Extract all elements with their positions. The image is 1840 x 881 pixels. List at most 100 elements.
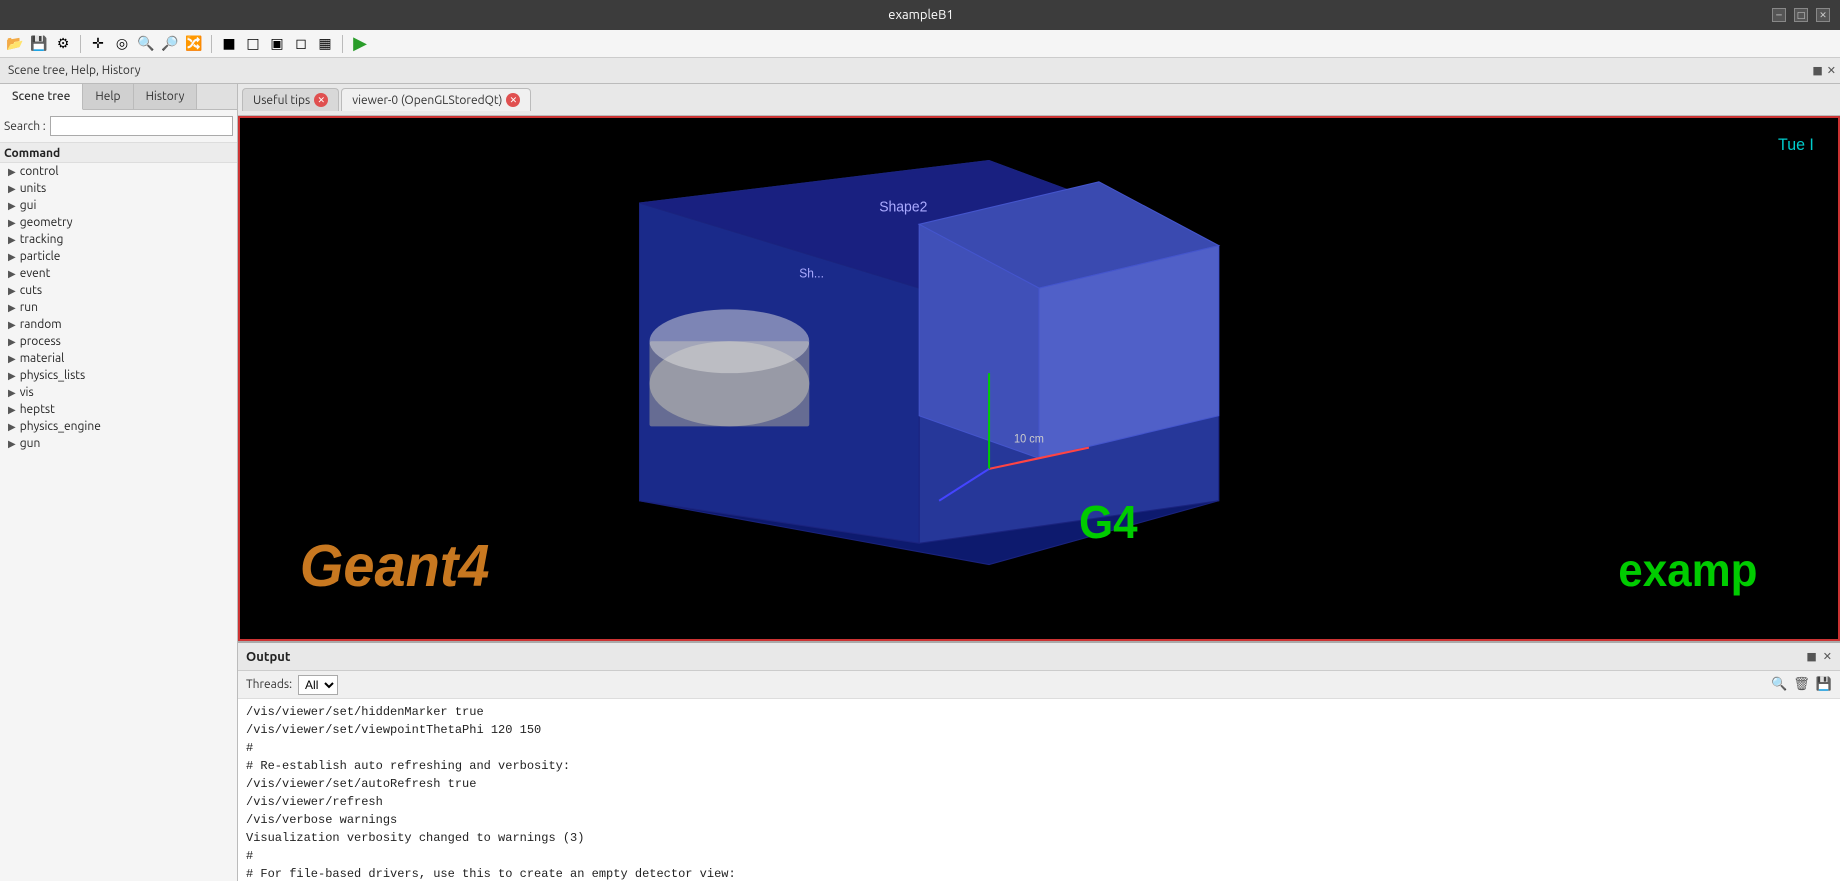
viewer-tab-useful-tips-close[interactable]: ✕ (314, 93, 328, 107)
wire-view-icon[interactable]: □ (242, 33, 264, 55)
window-title: exampleB1 (70, 8, 1772, 22)
tree-item-gun[interactable]: ▶gun (0, 435, 237, 452)
svg-text:G4: G4 (1079, 496, 1138, 549)
tree-arrow-geometry: ▶ (8, 217, 16, 229)
tree-arrow-material: ▶ (8, 353, 16, 365)
output-panel: Output ■ ✕ Threads: All 0 1 2 🔍 🗑 💾 (238, 641, 1840, 881)
tree-label-vis: vis (20, 386, 34, 399)
tree-item-material[interactable]: ▶ material (0, 350, 237, 367)
panel-close-icon[interactable]: ✕ (1827, 64, 1836, 77)
search-row: Search : (0, 110, 237, 143)
tree-item-physics_engine[interactable]: ▶ physics_engine (0, 418, 237, 435)
output-header-icon-1: ■ (1806, 650, 1816, 663)
solid-view-icon[interactable]: ■ (218, 33, 240, 55)
zoom-in-icon[interactable]: 🔍 (135, 33, 157, 55)
tree-label-particle: particle (20, 250, 61, 263)
window-controls: ─ □ ✕ (1772, 8, 1830, 22)
output-line: # (246, 847, 1832, 865)
minimize-button[interactable]: ─ (1772, 8, 1786, 22)
tree-item-particle[interactable]: ▶ particle (0, 248, 237, 265)
crosshair-icon[interactable]: ✛ (87, 33, 109, 55)
open-icon[interactable]: 📂 (4, 33, 26, 55)
tree-label-physics_engine: physics_engine (20, 420, 101, 433)
tree-item-gui[interactable]: ▶gui (0, 197, 237, 214)
output-line: # For file-based drivers, use this to cr… (246, 865, 1832, 881)
tree-arrow-event: ▶ (8, 268, 16, 280)
outline-view-icon[interactable]: ◻ (290, 33, 312, 55)
tree-label-heptst: heptst (20, 403, 55, 416)
zoom-out-icon[interactable]: 🔍 (159, 33, 181, 55)
threads-select[interactable]: All 0 1 2 (298, 675, 338, 695)
output-header-icons: ■ ✕ (1806, 650, 1832, 663)
viewport[interactable]: Shape2 Sh... 10 cm G4 Geant4 examp Tue I (238, 116, 1840, 641)
left-tabs: Scene tree Help History (0, 84, 237, 110)
tree-arrow-units: ▶ (8, 183, 16, 195)
tree-arrow-tracking: ▶ (8, 234, 16, 246)
tree-item-random[interactable]: ▶ random (0, 316, 237, 333)
tab-help[interactable]: Help (83, 84, 133, 109)
viewer-tab-viewer0-close[interactable]: ✕ (506, 93, 520, 107)
output-search-icon[interactable]: 🔍 (1771, 677, 1787, 692)
toolbar-separator-3 (342, 35, 343, 53)
tree-arrow-gun: ▶ (8, 438, 16, 450)
output-clear-icon[interactable]: 🗑 (1793, 677, 1810, 692)
maximize-button[interactable]: □ (1794, 8, 1808, 22)
tree-label-run: run (20, 301, 38, 314)
tree-label-material: material (20, 352, 65, 365)
tree-item-vis[interactable]: ▶ vis (0, 384, 237, 401)
tree-label-units: units (20, 182, 47, 195)
output-toolbar: Threads: All 0 1 2 🔍 🗑 💾 (238, 671, 1840, 699)
output-line: /vis/viewer/set/hiddenMarker true (246, 703, 1832, 721)
viewer-tab-useful-tips[interactable]: Useful tips ✕ (242, 88, 339, 111)
tree-item-heptst[interactable]: ▶heptst (0, 401, 237, 418)
tree-arrow-particle: ▶ (8, 251, 16, 263)
tree-item-physics_lists[interactable]: ▶physics_lists (0, 367, 237, 384)
output-header: Output ■ ✕ (238, 643, 1840, 671)
mixed-view-icon[interactable]: ▣ (266, 33, 288, 55)
target-icon[interactable]: ◎ (111, 33, 133, 55)
tree-label-physics_lists: physics_lists (20, 369, 86, 382)
tree-item-geometry[interactable]: ▶geometry (0, 214, 237, 231)
svg-text:Geant4: Geant4 (300, 533, 490, 599)
toolbar-separator-1 (80, 35, 81, 53)
title-bar: exampleB1 ─ □ ✕ (0, 0, 1840, 30)
tree-item-control[interactable]: ▶control (0, 163, 237, 180)
tree-arrow-physics_engine: ▶ (8, 421, 16, 433)
scene-svg: Shape2 Sh... 10 cm G4 Geant4 examp Tue I (240, 118, 1838, 639)
output-title: Output (246, 650, 290, 664)
output-line: Visualization verbosity changed to warni… (246, 829, 1832, 847)
search-input[interactable] (50, 116, 233, 136)
output-text-content[interactable]: /vis/viewer/set/hiddenMarker true/vis/vi… (238, 699, 1840, 881)
svg-text:examp: examp (1618, 544, 1757, 597)
tab-history[interactable]: History (134, 84, 198, 109)
svg-text:10 cm: 10 cm (1014, 433, 1044, 445)
toolbar: 📂 💾 ⚙ ✛ ◎ 🔍 🔍 🔀 ■ □ ▣ ◻ ▦ ▶ (0, 30, 1840, 58)
tree-item-units[interactable]: ▶ units (0, 180, 237, 197)
tree-arrow-control: ▶ (8, 166, 16, 178)
output-header-icon-2: ✕ (1823, 650, 1832, 663)
tree-item-cuts[interactable]: ▶cuts (0, 282, 237, 299)
tree-arrow-random: ▶ (8, 319, 16, 331)
tab-scene-tree[interactable]: Scene tree (0, 84, 83, 110)
tree-item-tracking[interactable]: ▶tracking (0, 231, 237, 248)
settings-icon[interactable]: ⚙ (52, 33, 74, 55)
grid-view-icon[interactable]: ▦ (314, 33, 336, 55)
save-icon[interactable]: 💾 (28, 33, 50, 55)
tree-item-run[interactable]: ▶run (0, 299, 237, 316)
svg-text:Tue I: Tue I (1778, 135, 1814, 154)
play-icon[interactable]: ▶ (349, 33, 371, 55)
main-content: Scene tree Help History Search : Command… (0, 84, 1840, 881)
tree-arrow-vis: ▶ (8, 387, 16, 399)
tree-label-random: random (20, 318, 62, 331)
tree-item-process[interactable]: ▶process (0, 333, 237, 350)
close-button[interactable]: ✕ (1816, 8, 1830, 22)
output-save-icon[interactable]: 💾 (1816, 677, 1832, 692)
viewer-tab-useful-tips-label: Useful tips (253, 94, 310, 107)
viewer-tab-viewer0-label: viewer-0 (OpenGLStoredQt) (352, 94, 502, 107)
tree-arrow-cuts: ▶ (8, 285, 16, 297)
search-label: Search : (4, 120, 46, 133)
navigate-icon[interactable]: 🔀 (183, 33, 205, 55)
tree-item-event[interactable]: ▶event (0, 265, 237, 282)
viewer-tab-viewer0[interactable]: viewer-0 (OpenGLStoredQt) ✕ (341, 88, 531, 111)
panel-minimize-icon[interactable]: ■ (1812, 64, 1822, 77)
